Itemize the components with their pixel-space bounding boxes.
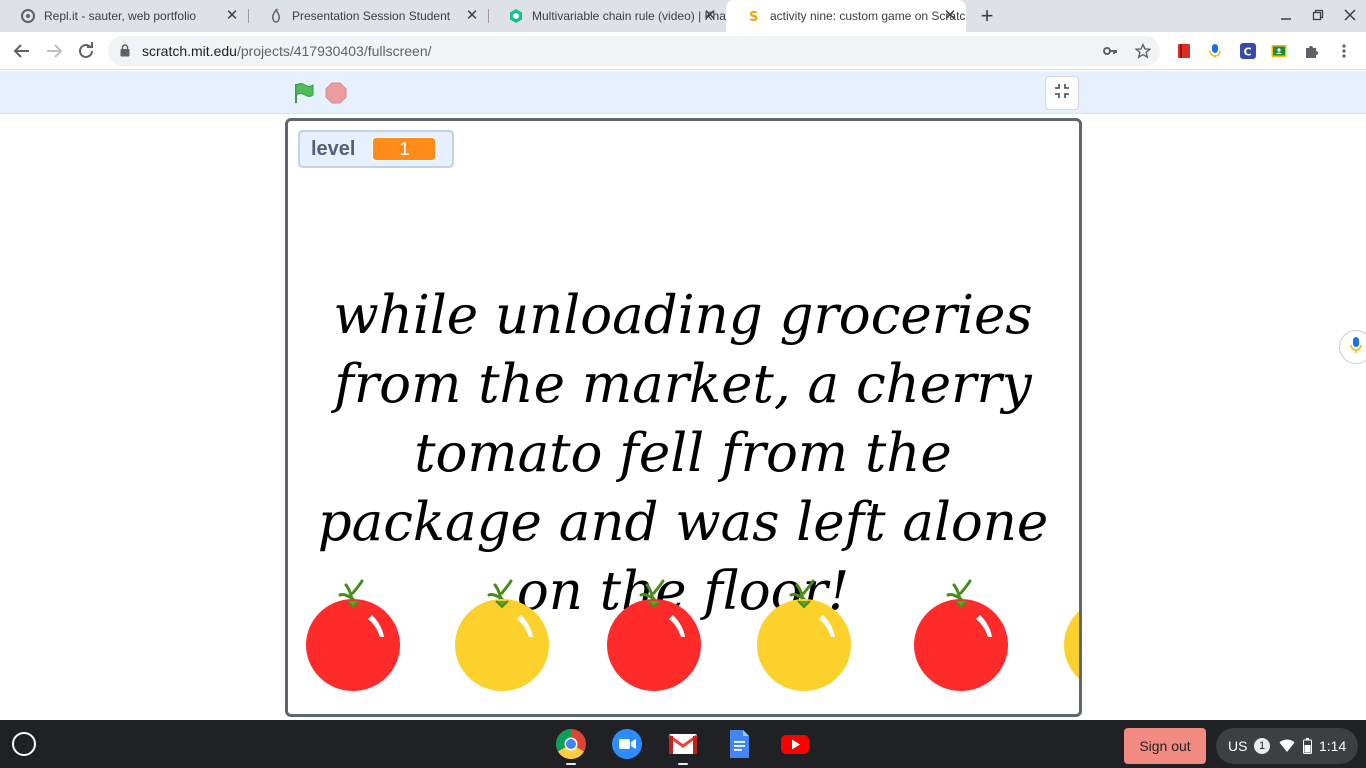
tab-peardeck[interactable]: Presentation Session Student ✕	[248, 0, 488, 32]
menu-kebab-icon[interactable]	[1336, 43, 1352, 59]
ime-indicator: US	[1228, 738, 1248, 754]
bookmark-star-icon[interactable]	[1135, 43, 1151, 59]
key-icon[interactable]	[1102, 43, 1118, 59]
tab-title: Presentation Session Student	[292, 9, 451, 23]
microphone-icon	[1349, 336, 1363, 359]
monitor-label: level	[311, 137, 356, 160]
os-shelf: Sign out US 1 1:14	[0, 720, 1366, 768]
peardeck-icon	[268, 8, 284, 24]
browser-toolbar: scratch.mit.edu/projects/417930403/fulls…	[0, 32, 1366, 70]
close-tab-icon[interactable]: ✕	[702, 8, 718, 24]
voice-typing-button[interactable]	[1339, 330, 1366, 364]
youtube-icon[interactable]	[779, 728, 811, 760]
svg-text:C: C	[1244, 46, 1252, 59]
tab-title: Multivariable chain rule (video) | Khan …	[532, 9, 726, 23]
battery-icon	[1303, 738, 1312, 757]
replit-icon	[20, 8, 36, 24]
lock-icon	[120, 44, 130, 62]
microphone-extension-icon[interactable]	[1207, 43, 1223, 59]
variable-monitor: level 1	[298, 130, 454, 168]
red-tomato-sprite[interactable]	[306, 579, 406, 695]
close-tab-icon[interactable]: ✕	[464, 8, 480, 24]
minimize-icon[interactable]	[1276, 6, 1296, 26]
sign-out-button[interactable]: Sign out	[1124, 728, 1206, 764]
reload-icon[interactable]	[74, 39, 98, 63]
red-book-extension-icon[interactable]	[1176, 43, 1192, 59]
tab-replit[interactable]: Repl.it - sauter, web portfolio ✕	[0, 0, 248, 32]
c-extension-icon[interactable]: C	[1240, 43, 1256, 59]
khan-academy-icon	[508, 8, 524, 24]
status-tray[interactable]: US 1 1:14	[1216, 728, 1358, 764]
stop-sign-icon[interactable]	[324, 81, 348, 105]
exit-fullscreen-button[interactable]	[1045, 76, 1079, 110]
back-icon[interactable]	[10, 39, 34, 63]
tab-khan-academy[interactable]: Multivariable chain rule (video) | Khan …	[488, 0, 726, 32]
close-tab-icon[interactable]: ✕	[224, 8, 240, 24]
red-tomato-sprite[interactable]	[607, 579, 707, 695]
clock: 1:14	[1319, 738, 1347, 754]
tab-strip: Repl.it - sauter, web portfolio ✕ Presen…	[0, 0, 1366, 32]
running-indicator	[678, 763, 688, 765]
wifi-icon	[1279, 739, 1295, 756]
address-bar[interactable]: scratch.mit.edu/projects/417930403/fulls…	[108, 36, 1160, 66]
scratch-controls-bar	[0, 71, 1366, 114]
extensions-puzzle-icon[interactable]	[1304, 43, 1320, 59]
zoom-icon[interactable]	[611, 728, 643, 760]
story-text: while unloading groceries from the marke…	[317, 285, 1049, 622]
monitor-value: 1	[372, 137, 437, 161]
gmail-icon[interactable]	[667, 728, 699, 760]
url-text: scratch.mit.edu/projects/417930403/fulls…	[142, 43, 432, 59]
tab-scratch[interactable]: S activity nine: custom game on Scratch …	[726, 0, 966, 32]
yellow-tomato-sprite[interactable]	[455, 579, 555, 695]
red-tomato-sprite[interactable]	[914, 579, 1014, 695]
new-tab-button[interactable]: +	[976, 4, 998, 28]
yellow-tomato-sprite[interactable]	[757, 579, 857, 695]
tab-title: Repl.it - sauter, web portfolio	[44, 9, 197, 23]
chrome-icon[interactable]	[555, 728, 587, 760]
running-indicator	[566, 763, 576, 765]
scratch-stage[interactable]: level 1 while unloading groceries from t…	[285, 118, 1082, 717]
notification-badge: 1	[1254, 738, 1270, 754]
unfullscreen-icon	[1053, 82, 1071, 105]
yellow-tomato-sprite[interactable]	[1064, 579, 1079, 695]
green-flag-icon[interactable]	[292, 81, 316, 105]
docs-icon[interactable]	[723, 728, 755, 760]
close-tab-icon[interactable]: ✕	[942, 8, 958, 24]
restore-icon[interactable]	[1308, 6, 1328, 26]
classroom-extension-icon[interactable]	[1271, 43, 1287, 59]
close-window-icon[interactable]	[1340, 6, 1360, 26]
launcher-button[interactable]	[12, 732, 36, 756]
scratch-icon: S	[746, 8, 762, 24]
forward-icon[interactable]	[42, 39, 66, 63]
svg-text:S: S	[749, 10, 758, 24]
tab-title: activity nine: custom game on Scratch	[770, 9, 966, 23]
